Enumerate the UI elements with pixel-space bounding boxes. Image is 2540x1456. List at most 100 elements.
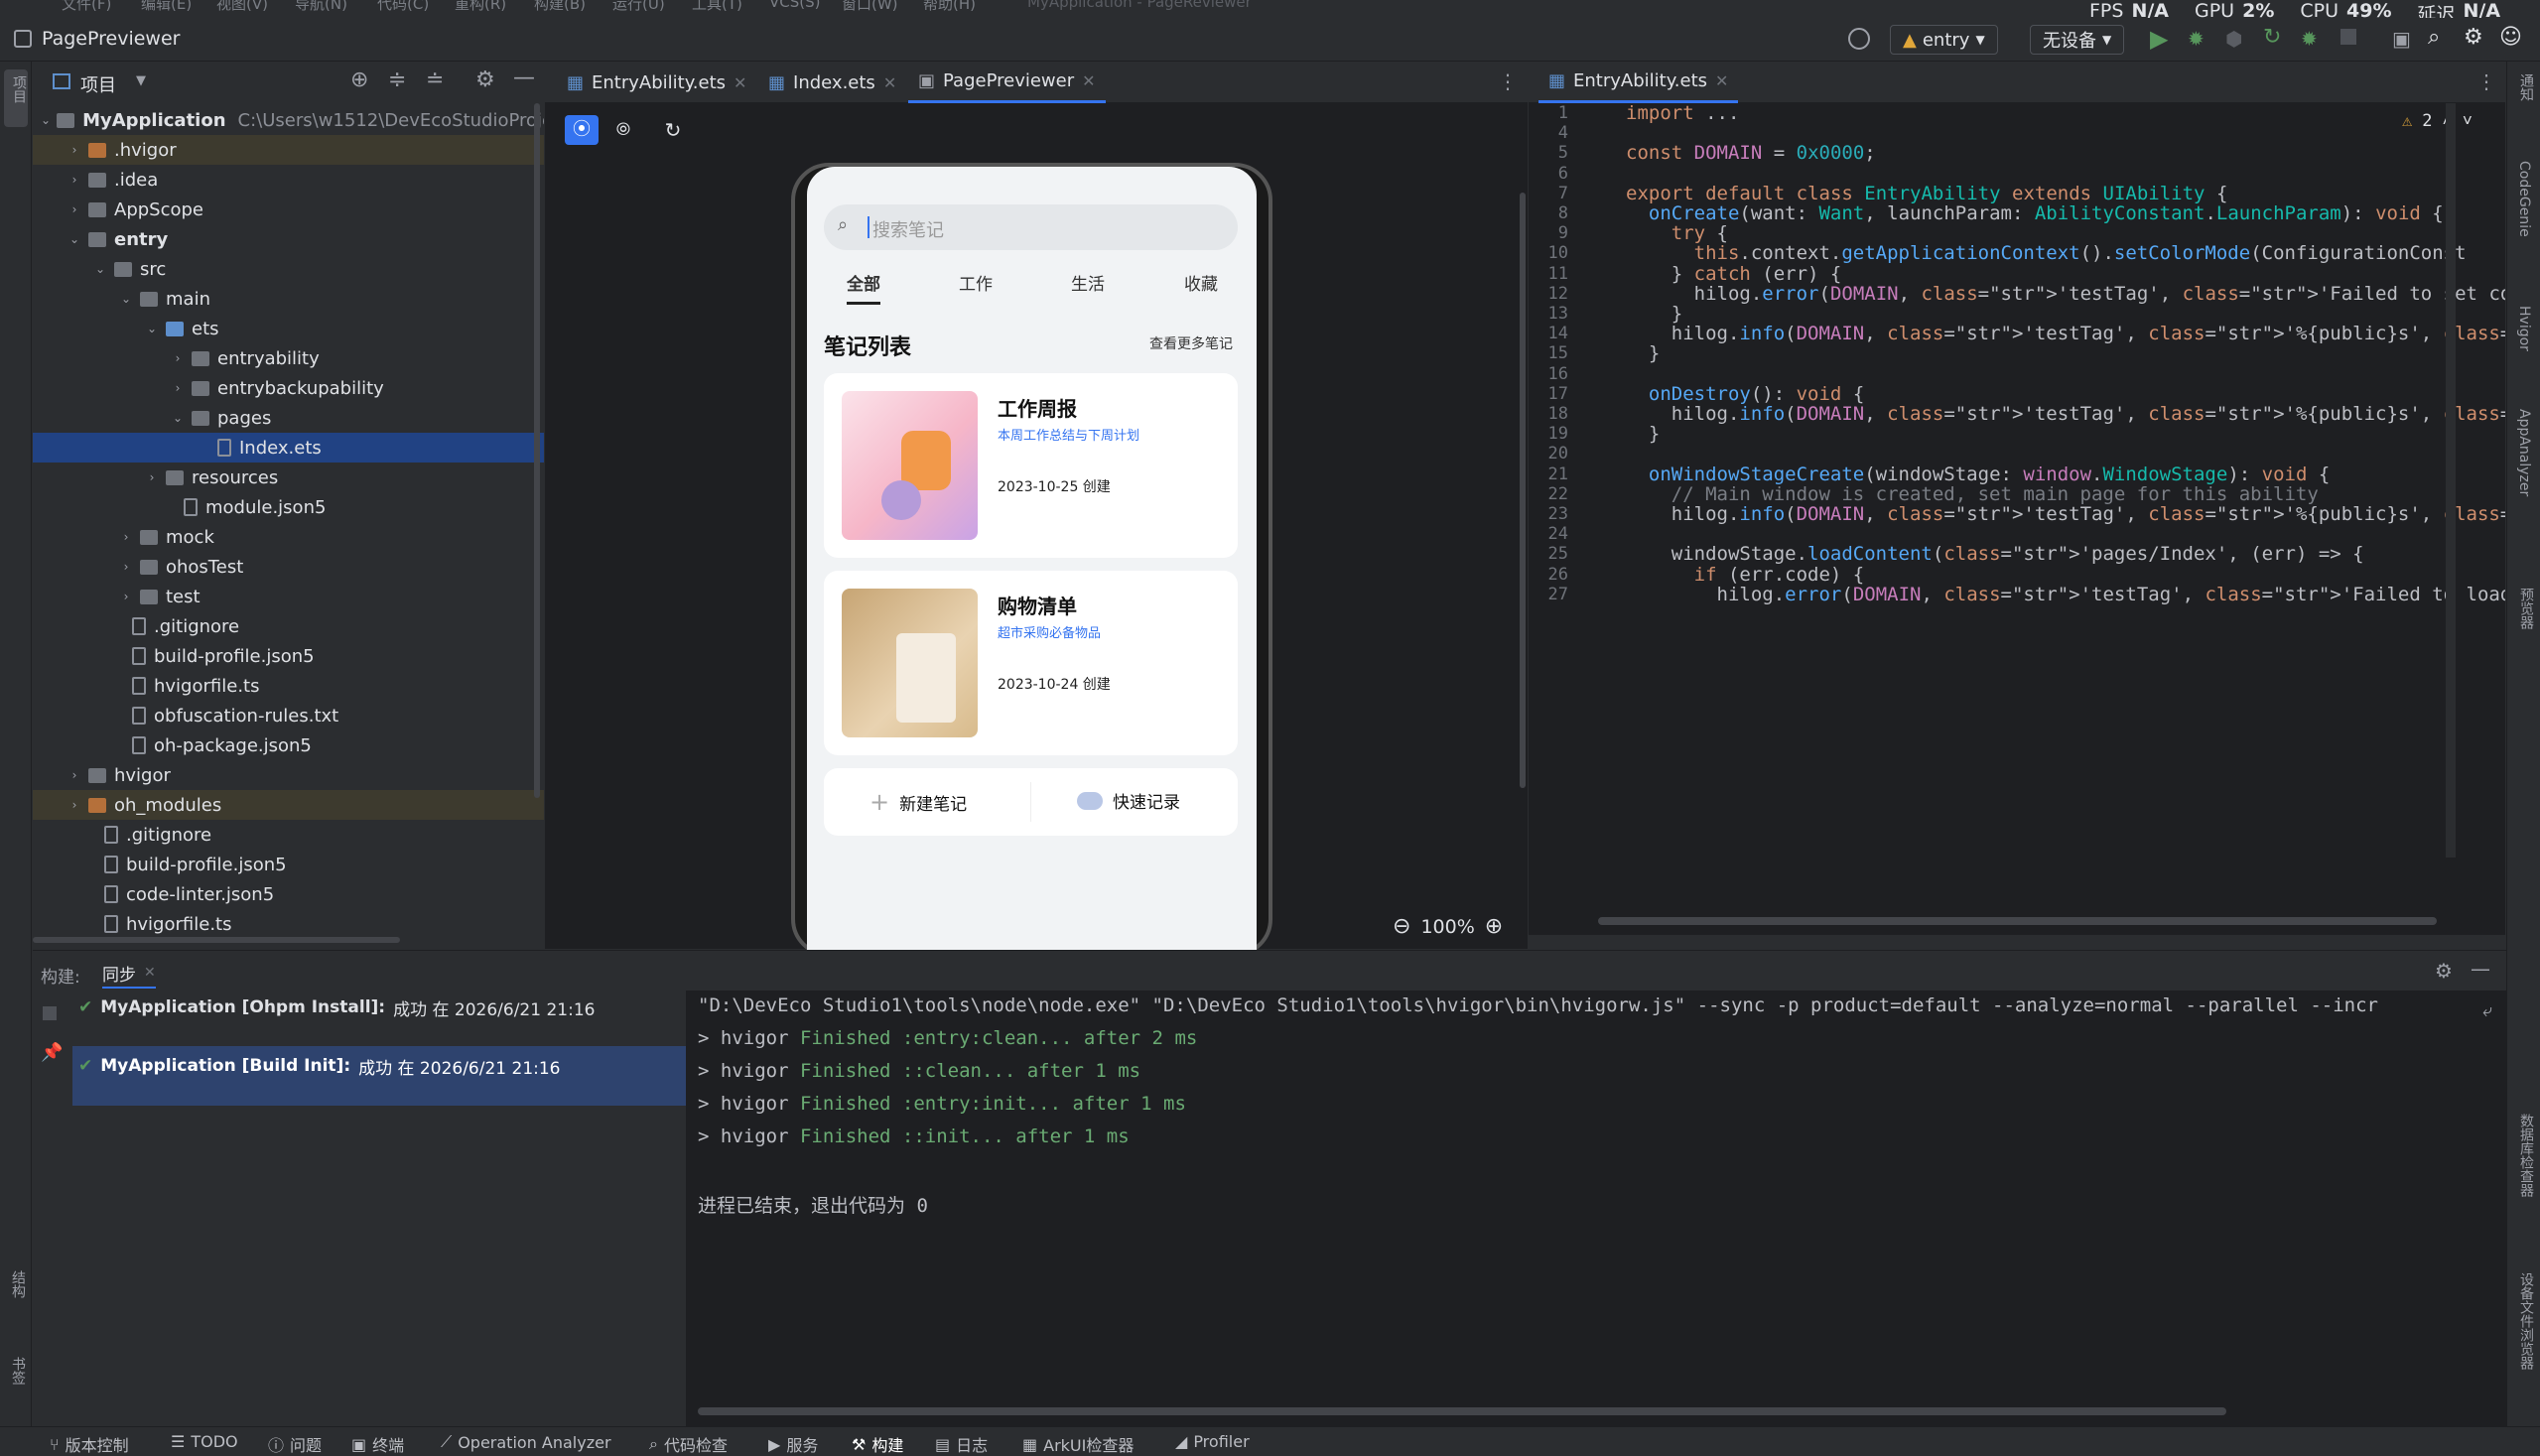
target-icon[interactable]: [1848, 28, 1870, 50]
code-line[interactable]: 20: [1529, 444, 2505, 463]
note-card[interactable]: 购物清单 超市采购必备物品 2023-10-24 创建: [824, 571, 1238, 755]
code-line[interactable]: 14 hilog.info(DOMAIN, class="str">'testT…: [1529, 323, 2505, 344]
debug-icon[interactable]: ✹: [2188, 27, 2205, 51]
multi-device-icon[interactable]: ⦾: [606, 115, 640, 145]
code-line[interactable]: 17 onDestroy(): void {: [1529, 383, 2505, 405]
tree-item-test[interactable]: › test: [33, 582, 544, 611]
hide-panel-icon[interactable]: —: [2471, 957, 2490, 981]
pin-icon[interactable]: 📌: [41, 1042, 63, 1063]
statusbar-build[interactable]: ⚒ 构建: [852, 1432, 903, 1456]
tree-item-gitignore[interactable]: .gitignore: [33, 611, 544, 641]
code-line[interactable]: 13 }: [1529, 303, 2505, 325]
close-icon[interactable]: ✕: [1715, 71, 1728, 90]
code-line[interactable]: 1 import ...: [1529, 103, 2505, 124]
tree-item-mock[interactable]: › mock: [33, 522, 544, 552]
gear-icon[interactable]: ⚙: [2435, 959, 2453, 983]
menu-refactor[interactable]: 重构(R): [455, 0, 506, 14]
collapse-all-icon[interactable]: ≐: [426, 67, 444, 92]
tree-item-root-gitignore[interactable]: .gitignore: [33, 820, 544, 850]
menu-vcs[interactable]: VCS(S): [769, 0, 820, 11]
code-line[interactable]: 18 hilog.info(DOMAIN, class="str">'testT…: [1529, 403, 2505, 425]
code-line[interactable]: 9 try {: [1529, 222, 2505, 244]
tree-item-hvigor[interactable]: › hvigor: [33, 760, 544, 790]
appanalyzer-tool[interactable]: AppAnalyzer: [2516, 409, 2532, 496]
tree-item-root-hvigorfile[interactable]: hvigorfile.ts: [33, 909, 544, 939]
tree-item-src[interactable]: ⌄ src: [33, 254, 544, 284]
menu-tools[interactable]: 工具(T): [692, 0, 742, 14]
account-icon[interactable]: ☺: [2499, 25, 2522, 50]
tree-item-oh-package[interactable]: oh-package.json5: [33, 730, 544, 760]
statusbar-problems[interactable]: ⓘ 问题: [268, 1432, 322, 1456]
profile-icon[interactable]: ✹: [2301, 27, 2318, 51]
tree-item-entry[interactable]: ⌄ entry: [33, 224, 544, 254]
code-line[interactable]: 23 hilog.info(DOMAIN, class="str">'testT…: [1529, 503, 2505, 525]
soft-wrap-icon[interactable]: ⤶: [2482, 1000, 2492, 1021]
tab-sync[interactable]: 同步 ✕: [102, 959, 156, 989]
code-line[interactable]: 27 hilog.error(DOMAIN, class="str">'test…: [1529, 584, 2505, 605]
menu-build[interactable]: 构建(B): [534, 0, 586, 14]
tree-item-build-profile[interactable]: build-profile.json5: [33, 641, 544, 671]
more-tabs-icon[interactable]: ⋮: [2476, 69, 2496, 93]
new-note-button[interactable]: + 新建笔记: [869, 788, 967, 816]
code-line[interactable]: 5 const DOMAIN = 0x0000;: [1529, 142, 2505, 164]
statusbar-vcs[interactable]: ⑂ 版本控制: [50, 1432, 129, 1456]
build-item-selected[interactable]: ✔ MyApplication [Build Init]: 成功 在 2026/6/…: [72, 1046, 718, 1106]
close-icon[interactable]: ✕: [734, 73, 746, 92]
code-line[interactable]: 26 if (err.code) {: [1529, 564, 2505, 586]
menu-navigate[interactable]: 导航(N): [295, 0, 347, 14]
project-view-label[interactable]: 项目: [80, 71, 116, 97]
tab-life[interactable]: 生活: [1071, 270, 1105, 295]
component-tree-icon[interactable]: ⦿: [565, 115, 599, 145]
statusbar-operation-analyzer[interactable]: ⟋ Operation Analyzer: [441, 1432, 611, 1452]
tree-item-ohostest[interactable]: › ohosTest: [33, 552, 544, 582]
tree-item-pages[interactable]: ⌄ pages: [33, 403, 544, 433]
code-line[interactable]: 10 this.context.getApplicationContext().…: [1529, 242, 2505, 264]
code-line[interactable]: 6: [1529, 164, 2505, 184]
tab-work[interactable]: 工作: [959, 270, 993, 295]
code-line[interactable]: 24: [1529, 524, 2505, 544]
tree-item-main[interactable]: ⌄ main: [33, 284, 544, 314]
tree-item-hvigorfile[interactable]: hvigorfile.ts: [33, 671, 544, 701]
codegenie-tool[interactable]: CodeGenie: [2516, 161, 2532, 237]
tab-favorites[interactable]: 收藏: [1184, 270, 1218, 295]
statusbar-todo[interactable]: ☰ TODO: [171, 1432, 238, 1451]
statusbar-arkui-inspector[interactable]: ▦ ArkUI检查器: [1022, 1432, 1134, 1456]
tab-entryability-code[interactable]: ▦ EntryAbility.ets ✕: [1538, 62, 1739, 103]
device-file-browser-tool[interactable]: 设备文件浏览器: [2516, 1272, 2536, 1370]
search-icon[interactable]: ⌕: [2428, 25, 2440, 50]
statusbar-code-check[interactable]: ⌕ 代码检查: [649, 1432, 728, 1456]
database-inspector-tool[interactable]: 数据库检查器: [2516, 1114, 2536, 1197]
statusbar-profiler[interactable]: ◢ Profiler: [1175, 1432, 1250, 1451]
tab-index[interactable]: ▦ Index.ets ✕: [758, 62, 906, 103]
more-notes-link[interactable]: 查看更多笔记: [1149, 333, 1233, 353]
build-console[interactable]: "D:\DevEco Studio1\tools\node\node.exe" …: [686, 991, 2506, 1427]
code-h-scrollbar[interactable]: [1598, 917, 2437, 925]
tree-item-hvigor-dir[interactable]: › .hvigor: [33, 135, 544, 165]
tree-h-scrollbar[interactable]: [33, 937, 400, 943]
notifications-tool[interactable]: 通知: [2516, 73, 2536, 101]
code-lines[interactable]: 1 import ... 4 5 const DOMAIN = 0x0000; 6 7 exp…: [1529, 103, 2505, 935]
menu-edit[interactable]: 编辑(E): [141, 0, 192, 14]
expand-all-icon[interactable]: ≑: [388, 67, 406, 92]
previewer-tool[interactable]: 预览器: [2516, 588, 2536, 629]
menu-view[interactable]: 视图(V): [216, 0, 268, 14]
tree-scrollbar[interactable]: [534, 103, 540, 798]
search-box[interactable]: ⌕ 搜索笔记: [824, 204, 1238, 250]
run-icon[interactable]: ▶: [2150, 25, 2168, 53]
build-item[interactable]: ✔ MyApplication [Ohpm Install]: 成功 在 2026/…: [78, 991, 714, 1024]
stop-icon[interactable]: [2340, 29, 2356, 45]
quick-note-button[interactable]: 快速记录: [1077, 788, 1180, 813]
tree-item-oh-modules[interactable]: › oh_modules: [33, 790, 544, 820]
code-line[interactable]: 19 }: [1529, 423, 2505, 445]
menu-code[interactable]: 代码(C): [377, 0, 429, 14]
statusbar-log[interactable]: ▤ 日志: [935, 1432, 988, 1456]
tab-entryability[interactable]: ▦ EntryAbility.ets ✕: [557, 62, 756, 103]
device-selector[interactable]: 无设备 ▼: [2030, 25, 2125, 55]
refresh-icon[interactable]: ↻: [656, 115, 690, 145]
hvigor-tool[interactable]: Hvigor: [2516, 306, 2532, 351]
project-tool-button[interactable]: 项目: [4, 69, 28, 127]
code-line[interactable]: 16: [1529, 364, 2505, 384]
code-line[interactable]: 15 }: [1529, 342, 2505, 364]
tree-item-obfuscation-rules[interactable]: obfuscation-rules.txt: [33, 701, 544, 730]
chevron-down-icon[interactable]: ▼: [136, 73, 146, 88]
